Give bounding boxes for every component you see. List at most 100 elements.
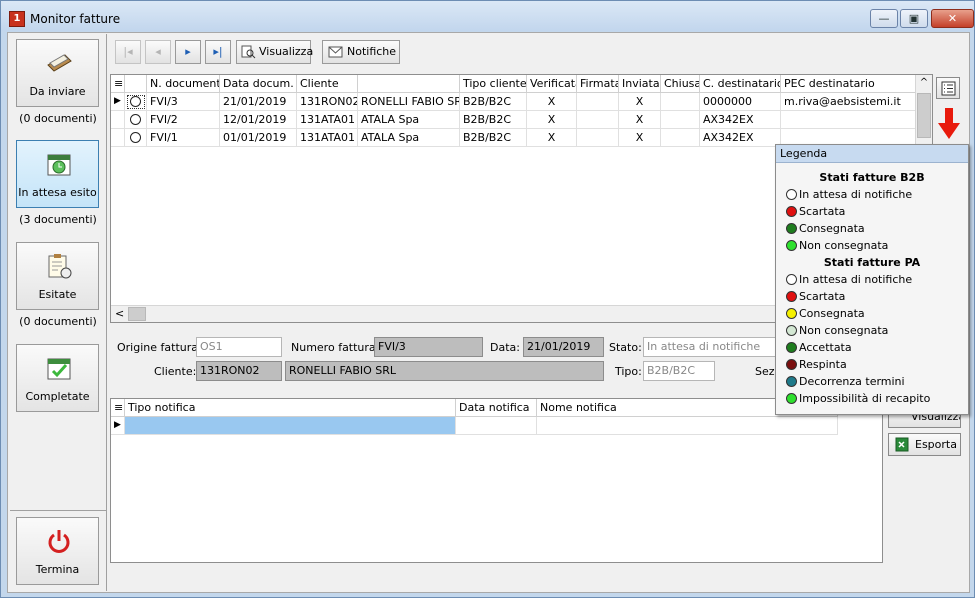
table-cell[interactable]: FVI/1 xyxy=(147,129,220,147)
nav-da-inviare-button[interactable]: Da inviare xyxy=(16,39,99,107)
grid-menu-icon[interactable]: ≡ xyxy=(111,75,125,93)
tipo-field[interactable]: B2B/B2C xyxy=(643,361,715,381)
table-cell[interactable] xyxy=(577,129,619,147)
maximize-button[interactable]: ▣ xyxy=(900,9,928,28)
table-cell[interactable]: 21/01/2019 xyxy=(220,93,297,111)
row-status-radio[interactable] xyxy=(125,111,147,129)
table-cell[interactable]: FVI/3 xyxy=(147,93,220,111)
column-header[interactable]: PEC destinatario xyxy=(781,75,916,93)
notification-icon xyxy=(328,46,343,58)
nav-completate-button[interactable]: Completate xyxy=(16,344,99,412)
table-cell[interactable]: B2B/B2C xyxy=(460,111,527,129)
column-header[interactable] xyxy=(358,75,460,93)
table-cell[interactable]: RONELLI FABIO SRL xyxy=(358,93,460,111)
column-header[interactable]: C. destinatario xyxy=(700,75,781,93)
table-cell[interactable] xyxy=(661,111,700,129)
origine-field[interactable]: OS1 xyxy=(196,337,282,357)
table-cell[interactable] xyxy=(456,417,537,435)
legend-item: Scartata xyxy=(776,288,968,305)
notifiche-label: Notifiche xyxy=(347,45,397,58)
table-cell[interactable]: X xyxy=(619,129,661,147)
magnifier-icon xyxy=(241,45,256,59)
legend-toggle-button[interactable] xyxy=(936,77,960,99)
table-cell[interactable] xyxy=(577,111,619,129)
table-cell[interactable]: ATALA Spa xyxy=(358,129,460,147)
table-cell[interactable]: X xyxy=(527,129,577,147)
column-header[interactable]: Cliente xyxy=(297,75,358,93)
table-cell[interactable] xyxy=(125,417,456,435)
legend-item: Consegnata xyxy=(776,305,968,322)
table-cell[interactable]: B2B/B2C xyxy=(460,129,527,147)
last-record-button[interactable]: ▸| xyxy=(205,40,231,64)
column-header[interactable]: Tipo notifica xyxy=(125,399,456,417)
numero-field[interactable]: FVI/3 xyxy=(374,337,483,357)
cliente-code-field[interactable]: 131RON02 xyxy=(196,361,282,381)
column-header[interactable]: Inviata xyxy=(619,75,661,93)
legend-item-label: In attesa di notifiche xyxy=(799,273,913,286)
nav-in-attesa-esito-button[interactable]: In attesa esito xyxy=(16,140,99,208)
table-cell[interactable] xyxy=(577,93,619,111)
red-arrow-down-icon xyxy=(938,108,960,139)
clipboard-clock-icon xyxy=(48,254,72,279)
table-cell[interactable]: 01/01/2019 xyxy=(220,129,297,147)
table-cell[interactable]: m.riva@aebsistemi.it xyxy=(781,93,916,111)
esporta-button[interactable]: Esporta xyxy=(888,433,961,456)
table-cell[interactable]: 0000000 xyxy=(700,93,781,111)
data-label: Data: xyxy=(490,341,520,354)
prev-record-button[interactable]: ◂ xyxy=(145,40,171,64)
legend-item: Decorrenza termini xyxy=(776,373,968,390)
first-record-button[interactable]: |◂ xyxy=(115,40,141,64)
scroll-thumb[interactable] xyxy=(917,93,931,138)
legend-item: Accettata xyxy=(776,339,968,356)
scroll-up-arrow[interactable]: ^ xyxy=(916,75,932,91)
table-cell[interactable] xyxy=(781,111,916,129)
legend-item: In attesa di notifiche xyxy=(776,186,968,203)
table-cell[interactable]: B2B/B2C xyxy=(460,93,527,111)
table-cell[interactable]: 12/01/2019 xyxy=(220,111,297,129)
status-dot-icon xyxy=(786,308,797,319)
column-header[interactable]: Firmata xyxy=(577,75,619,93)
notifiche-button[interactable]: Notifiche xyxy=(322,40,400,64)
scroll-left-arrow[interactable]: < xyxy=(115,306,124,321)
legend-item-label: Scartata xyxy=(799,205,846,218)
table-cell[interactable]: AX342EX xyxy=(700,129,781,147)
nav-esitate-button[interactable]: Esitate xyxy=(16,242,99,310)
scroll-thumb[interactable] xyxy=(128,307,146,321)
close-button[interactable]: ✕ xyxy=(931,9,974,28)
minimize-button[interactable]: — xyxy=(870,9,898,28)
power-icon xyxy=(48,530,70,553)
data-field[interactable]: 21/01/2019 xyxy=(523,337,604,357)
table-cell[interactable] xyxy=(537,417,838,435)
table-cell[interactable]: X xyxy=(619,111,661,129)
column-header[interactable]: Data docum. xyxy=(220,75,297,93)
table-cell[interactable]: ATALA Spa xyxy=(358,111,460,129)
nav-label: In attesa esito xyxy=(18,186,97,199)
table-cell[interactable]: 131ATA01 xyxy=(297,111,358,129)
column-header[interactable]: Data notifica xyxy=(456,399,537,417)
table-cell[interactable]: X xyxy=(527,111,577,129)
row-status-radio[interactable] xyxy=(125,93,147,111)
status-dot-icon xyxy=(786,359,797,370)
table-cell[interactable]: 131RON02 xyxy=(297,93,358,111)
next-record-button[interactable]: ▸ xyxy=(175,40,201,64)
table-cell[interactable] xyxy=(661,93,700,111)
column-header[interactable]: Tipo cliente xyxy=(460,75,527,93)
visualizza-button[interactable]: Visualizza xyxy=(236,40,313,64)
table-cell[interactable]: 131ATA01 xyxy=(297,129,358,147)
notifications-grid[interactable]: ≡ Tipo notifica Data notifica Nome notif… xyxy=(110,398,883,563)
table-cell[interactable]: AX342EX xyxy=(700,111,781,129)
status-dot-icon xyxy=(786,393,797,404)
grid-menu-icon[interactable]: ≡ xyxy=(111,399,125,417)
column-header[interactable]: Verificata xyxy=(527,75,577,93)
stato-field[interactable]: In attesa di notifiche xyxy=(643,337,783,357)
terminate-button[interactable]: Termina xyxy=(16,517,99,585)
row-status-radio[interactable] xyxy=(125,129,147,147)
legend-popup: Legenda Stati fatture B2B In attesa di n… xyxy=(775,144,969,415)
column-header[interactable]: N. documento xyxy=(147,75,220,93)
column-header[interactable]: Chiusa xyxy=(661,75,700,93)
table-cell[interactable]: FVI/2 xyxy=(147,111,220,129)
cliente-name-field[interactable]: RONELLI FABIO SRL xyxy=(285,361,604,381)
table-cell[interactable]: X xyxy=(619,93,661,111)
table-cell[interactable]: X xyxy=(527,93,577,111)
table-cell[interactable] xyxy=(661,129,700,147)
